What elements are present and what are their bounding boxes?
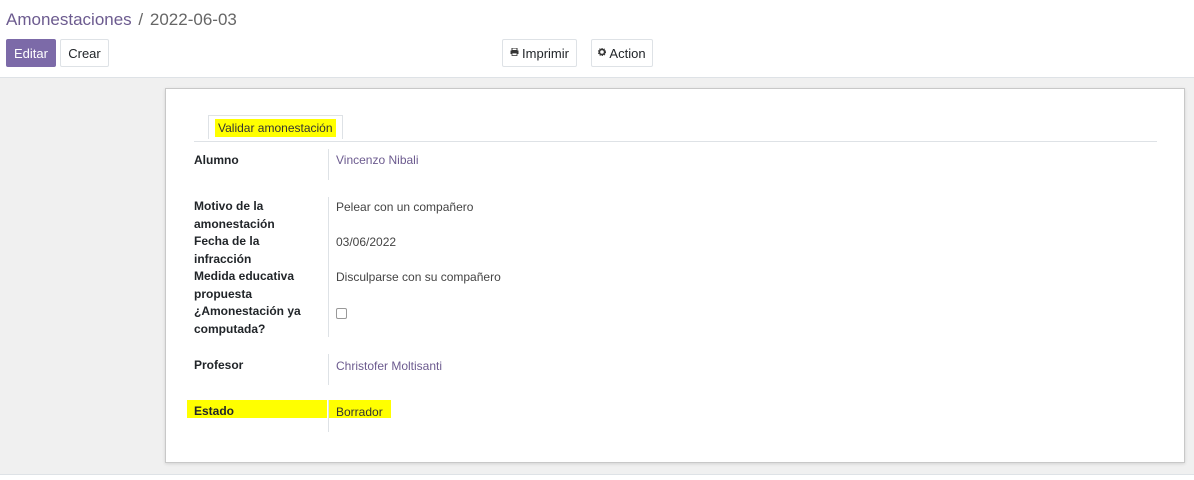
fecha-value: 03/06/2022 bbox=[336, 235, 397, 249]
motivo-value: Pelear con un compañero bbox=[336, 200, 474, 214]
profesor-label: Profesor bbox=[194, 358, 244, 372]
profesor-value[interactable]: Christofer Moltisanti bbox=[336, 358, 442, 375]
edit-button[interactable]: Editar bbox=[6, 39, 56, 67]
action-button[interactable]: Action bbox=[591, 39, 653, 67]
validate-warning-label: Validar amonestación bbox=[215, 118, 336, 137]
field-divider bbox=[328, 197, 329, 337]
fecha-label-line1: Fecha de la bbox=[194, 234, 260, 248]
motivo-label-line1: Motivo de la bbox=[194, 199, 264, 213]
estado-label: Estado bbox=[194, 404, 235, 418]
create-button-label: Crear bbox=[68, 45, 101, 61]
form-sheet: Validar amonestación Alumno Vincenzo Nib… bbox=[165, 88, 1185, 463]
breadcrumb-current: 2022-06-03 bbox=[149, 10, 237, 29]
print-button[interactable]: Imprimir bbox=[502, 39, 577, 67]
field-divider bbox=[328, 149, 329, 180]
computada-label-line2: computada? bbox=[194, 321, 266, 336]
print-button-label: Imprimir bbox=[522, 45, 569, 61]
medida-label: Medida educativa propuesta bbox=[194, 268, 319, 303]
estado-value: Borrador bbox=[336, 405, 383, 419]
field-divider bbox=[328, 354, 329, 385]
breadcrumb: Amonestaciones / 2022-06-03 bbox=[6, 10, 237, 30]
control-panel: Amonestaciones / 2022-06-03 Editar Crear… bbox=[0, 0, 1194, 78]
validate-warning-button[interactable]: Validar amonestación bbox=[208, 115, 343, 139]
form-statusbar: Validar amonestación bbox=[194, 113, 1157, 142]
computada-checkbox[interactable] bbox=[336, 308, 347, 319]
medida-value: Disculparse con su compañero bbox=[336, 270, 501, 284]
alumno-value[interactable]: Vincenzo Nibali bbox=[336, 152, 419, 169]
field-divider bbox=[328, 400, 329, 432]
create-button[interactable]: Crear bbox=[60, 39, 109, 67]
medida-label-line1: Medida educativa bbox=[194, 269, 295, 283]
motivo-label-line2: amonestación bbox=[194, 216, 275, 231]
medida-label-line2: propuesta bbox=[194, 286, 253, 301]
fecha-label: Fecha de la infracción bbox=[194, 233, 319, 268]
print-icon bbox=[510, 47, 519, 58]
alumno-label: Alumno bbox=[194, 153, 239, 167]
fecha-label-line2: infracción bbox=[194, 251, 252, 266]
computada-label: ¿Amonestación ya computada? bbox=[194, 303, 319, 338]
edit-button-label: Editar bbox=[14, 45, 48, 61]
breadcrumb-parent-link[interactable]: Amonestaciones bbox=[6, 10, 132, 29]
gear-icon bbox=[598, 47, 607, 58]
motivo-label: Motivo de la amonestación bbox=[194, 198, 319, 233]
bottom-divider bbox=[0, 474, 1194, 480]
action-button-label: Action bbox=[609, 45, 646, 61]
breadcrumb-separator: / bbox=[138, 10, 144, 29]
computada-label-line1: ¿Amonestación ya bbox=[194, 304, 301, 318]
